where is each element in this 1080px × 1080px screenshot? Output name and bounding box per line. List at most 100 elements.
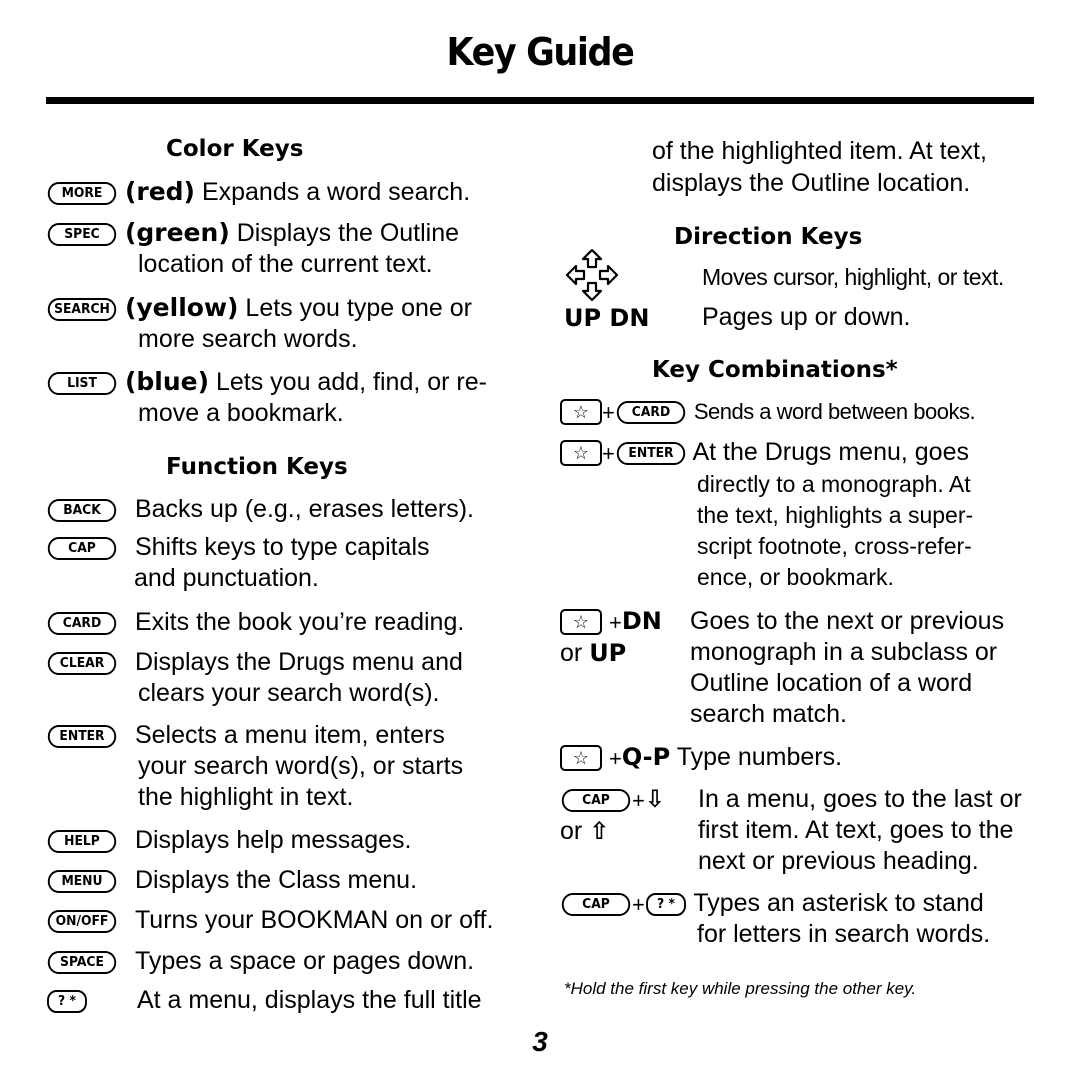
key-description: Expands a word search. — [201, 178, 471, 206]
key-up-dn: UP DN — [564, 304, 650, 332]
key-combination-item: ☆ + CARD Sends a word between books. — [560, 396, 976, 428]
key-description: Types a space or pages down. — [134, 947, 475, 975]
key-description: Moves cursor, highlight, or text. — [702, 264, 1004, 290]
key-description: Displays the Outline — [236, 219, 460, 247]
desc-line: Outline location of a word — [690, 669, 973, 697]
key-space: SPACE — [47, 950, 117, 974]
key-back: BACK — [47, 498, 117, 522]
color-key-item: SEARCH (yellow) Lets you type one or mor… — [46, 292, 526, 355]
function-key-item: ? * At a menu, displays the full title — [46, 985, 482, 1016]
key-description-cont: move a bookmark. — [138, 399, 344, 427]
or-label: or — [560, 817, 583, 845]
key-on-off: ON/OFF — [47, 909, 117, 933]
plus-sign: + — [608, 609, 622, 635]
key-description: Turns your BOOKMAN on or off. — [134, 906, 494, 934]
key-menu: MENU — [47, 869, 117, 893]
key-description-cont: more search words. — [138, 325, 358, 353]
key-question: ? * — [645, 892, 686, 916]
function-key-item: ENTER Selects a menu item, enters your s… — [46, 720, 463, 813]
star-key-icon: ☆ — [560, 609, 602, 636]
key-card: CARD — [616, 400, 686, 424]
function-key-item: CARD Exits the book you’re reading. — [46, 607, 464, 638]
up-arrow-icon: ⇧ — [589, 817, 610, 845]
key-description-cont: displays the Outline location. — [652, 169, 971, 197]
desc-line: directly to a monograph. At — [697, 471, 971, 497]
function-key-item: SPACE Types a space or pages down. — [46, 946, 474, 977]
key-spec: SPEC — [47, 222, 117, 246]
color-label: (blue) — [124, 367, 210, 396]
star-key-icon: ☆ — [560, 440, 602, 467]
key-combination-item: CAP +? * Types an asterisk to stand — [560, 888, 984, 920]
key-description: Exits the book you’re reading. — [134, 608, 465, 636]
key-cap: CAP — [47, 536, 117, 560]
color-keys-heading: Color Keys — [166, 136, 304, 162]
key-description-cont: and punctuation. — [134, 564, 319, 592]
key-list: LIST — [47, 371, 117, 395]
key-description: Backs up (e.g., erases letters). — [134, 495, 474, 523]
key-description: Lets you type one or — [245, 294, 472, 322]
plus-sign: + — [602, 399, 615, 425]
key-description: In a menu, goes to the last or first ite… — [698, 784, 1022, 877]
desc-line: Goes to the next or previous — [690, 607, 1005, 635]
key-more: MORE — [47, 181, 117, 205]
desc-line: first item. At text, goes to the — [698, 816, 1014, 844]
color-key-item: SPEC (green) Displays the Outline locati… — [46, 217, 526, 280]
key-description: At the Drugs menu, goes — [692, 438, 969, 466]
key-enter: ENTER — [616, 441, 686, 465]
key-combination-item: ☆ +Q-P Type numbers. — [560, 742, 842, 774]
key-up: UP — [589, 639, 627, 667]
title-rule — [46, 97, 1034, 104]
function-keys-heading: Function Keys — [166, 454, 348, 480]
key-clear: CLEAR — [47, 651, 117, 675]
key-combination-item: ☆ +DN — [560, 606, 662, 638]
key-description: At a menu, displays the full title — [136, 986, 482, 1014]
plus-sign: + — [632, 891, 645, 917]
key-combination-item: ☆ + ENTER At the Drugs menu, goes — [560, 437, 969, 469]
desc-line: In a menu, goes to the last or — [698, 785, 1022, 813]
desc-line: script footnote, cross-refer- — [697, 533, 972, 559]
page-number: 3 — [532, 1026, 548, 1057]
star-key-icon: ☆ — [560, 399, 602, 426]
color-key-item: MORE (red) Expands a word search. — [46, 176, 526, 208]
key-combination-item: CAP +⇩ — [560, 784, 665, 816]
key-description-cont: of the highlighted item. At text, — [652, 137, 987, 165]
key-q-p: Q-P — [621, 743, 671, 771]
key-enter: ENTER — [47, 724, 117, 748]
key-combination-alt: or ⇧ — [560, 816, 609, 847]
direction-keys-heading: Direction Keys — [674, 224, 863, 250]
color-label: (red) — [124, 177, 195, 206]
key-description: Lets you add, find, or re- — [215, 368, 487, 396]
key-description-cont: directly to a monograph. At the text, hi… — [697, 469, 973, 593]
key-description: Displays the Class menu. — [134, 866, 418, 894]
arrow-keys-icon — [565, 248, 619, 302]
key-description: Displays help messages. — [134, 826, 412, 854]
function-key-item: ON/OFF Turns your BOOKMAN on or off. — [46, 905, 493, 936]
key-description: Shifts keys to type capitals — [134, 533, 430, 561]
function-key-item: HELP Displays help messages. — [46, 825, 411, 856]
key-search: SEARCH — [47, 297, 117, 321]
key-description-cont: the highlight in text. — [138, 783, 354, 811]
key-description-cont: clears your search word(s). — [138, 679, 440, 707]
key-description-cont: location of the current text. — [138, 250, 433, 278]
desc-line: monograph in a subclass or — [690, 638, 998, 666]
star-key-icon: ☆ — [560, 745, 602, 772]
key-combination-alt: or UP — [560, 638, 626, 669]
key-description: Pages up or down. — [702, 303, 911, 331]
key-description: Type numbers. — [676, 743, 843, 771]
function-key-item: CLEAR Displays the Drugs menu and clears… — [46, 647, 463, 709]
function-key-item: BACK Backs up (e.g., erases letters). — [46, 494, 474, 525]
key-description: Types an asterisk to stand — [693, 889, 984, 917]
footnote: *Hold the first key while pressing the o… — [564, 979, 917, 998]
key-description: Goes to the next or previous monograph i… — [690, 606, 1004, 730]
desc-line: the text, highlights a super- — [697, 502, 974, 528]
or-label: or — [560, 639, 583, 667]
page-title: Key Guide — [446, 30, 634, 74]
key-description: Displays the Drugs menu and — [134, 648, 463, 676]
plus-sign: + — [608, 745, 622, 771]
key-description: Selects a menu item, enters — [134, 721, 445, 749]
desc-line: ence, or bookmark. — [697, 564, 894, 590]
function-key-item: CAP Shifts keys to type capitals and pun… — [46, 532, 430, 594]
plus-sign: + — [632, 787, 645, 813]
key-dn: DN — [621, 607, 662, 635]
key-description-cont: your search word(s), or starts — [138, 752, 464, 780]
